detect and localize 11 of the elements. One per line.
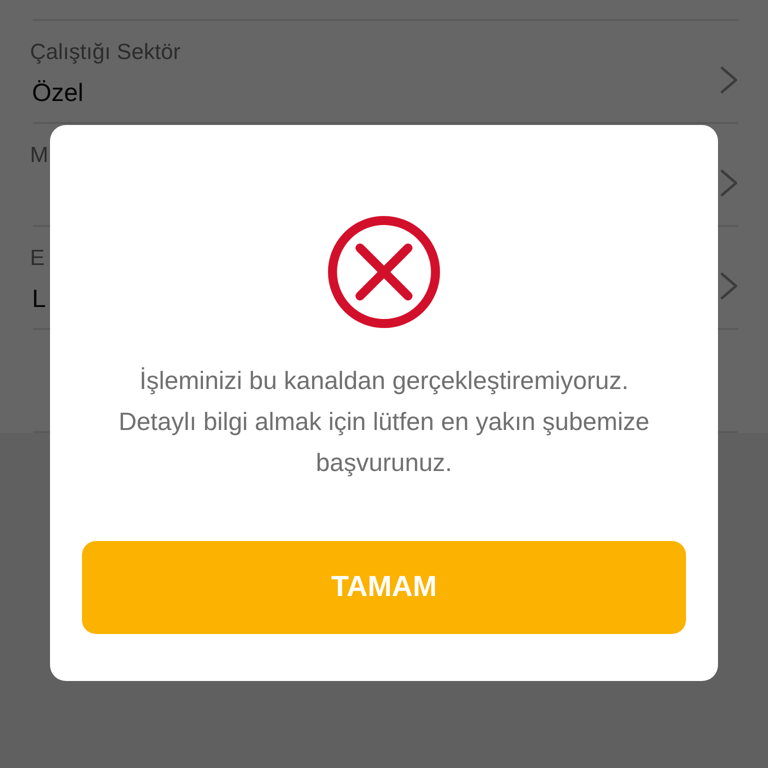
chevron-right-icon[interactable] [720,272,738,300]
field-value[interactable]: Özel [32,78,84,108]
field-label: E [30,245,45,271]
confirm-button[interactable]: TAMAM [82,541,686,634]
field-value[interactable]: L [32,284,46,314]
chevron-right-icon[interactable] [720,168,738,196]
field-label: M [30,142,48,168]
x-circle-icon [328,216,440,328]
chevron-right-icon[interactable] [720,66,738,94]
field-label: Çalıştığı Sektör [30,39,180,65]
dialog-message: İşleminizi bu kanaldan gerçekleştiremiyoruz. Detaylı bilgi almak için lütfen en yakın şubemize başvurunuz. [118,366,650,479]
